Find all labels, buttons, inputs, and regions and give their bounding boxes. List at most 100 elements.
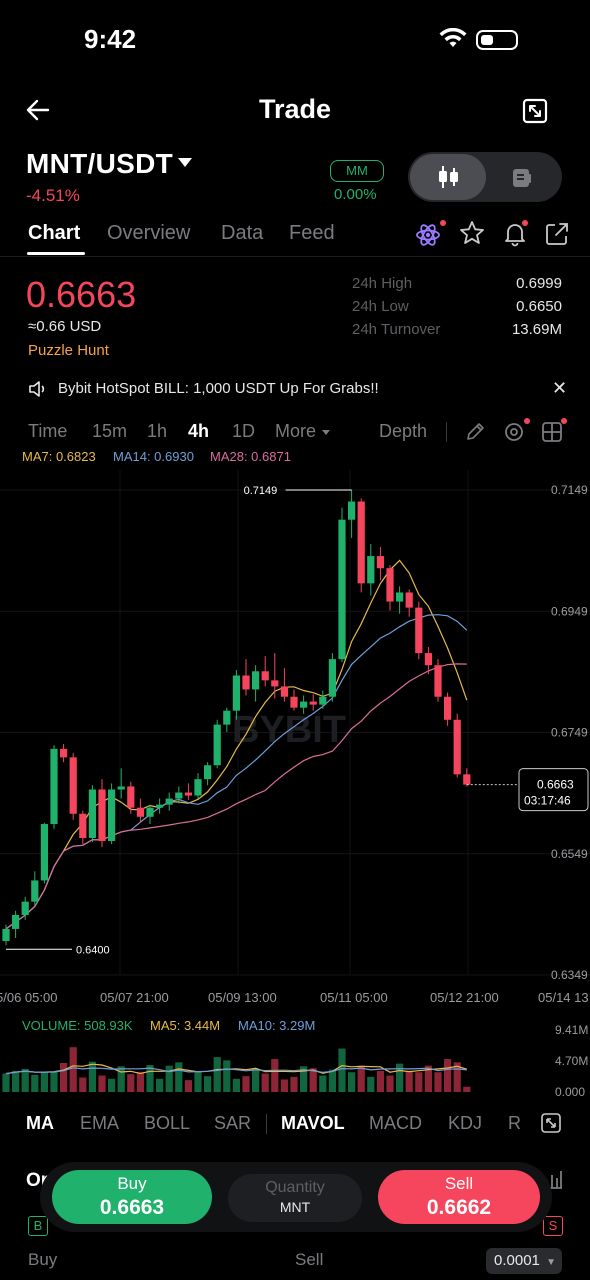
candle-body bbox=[21, 901, 29, 915]
tf-1h[interactable]: 1h bbox=[147, 421, 167, 442]
precision-select[interactable]: 0.0001 ▼ bbox=[486, 1248, 562, 1274]
buy-button-price: 0.6663 bbox=[99, 1196, 165, 1219]
buy-button[interactable]: Buy 0.6663 bbox=[52, 1170, 212, 1224]
max-price-label: 0.7149 bbox=[244, 485, 278, 497]
tf-4h[interactable]: 4h bbox=[188, 421, 209, 442]
pair-symbol[interactable]: MNT/USDT bbox=[26, 148, 173, 180]
candle-body bbox=[290, 696, 298, 708]
volume-bar bbox=[280, 1079, 288, 1092]
indicator-boll[interactable]: BOLL bbox=[144, 1113, 190, 1134]
x-axis-label: 05/11 05:00 bbox=[320, 990, 388, 1005]
status-time: 9:42 bbox=[84, 24, 137, 54]
candle-body bbox=[357, 501, 365, 584]
candle-body bbox=[328, 659, 336, 697]
volume-axis-label: 4.70M bbox=[555, 1054, 588, 1068]
orderbook-mode-icon[interactable] bbox=[510, 166, 534, 190]
x-axis-label: 05/07 21:00 bbox=[100, 990, 169, 1005]
volume-ma5-legend: MA5: 3.44M bbox=[150, 1018, 221, 1033]
share-icon[interactable] bbox=[543, 220, 571, 248]
volume-bar bbox=[60, 1063, 68, 1092]
close-icon[interactable]: ✕ bbox=[552, 378, 567, 399]
candle-body bbox=[79, 813, 87, 838]
volume-bar bbox=[319, 1075, 327, 1092]
volume-legend: VOLUME: 508.93K bbox=[22, 1018, 133, 1033]
tab-overview[interactable]: Overview bbox=[107, 222, 190, 245]
mm-badge[interactable]: MM bbox=[330, 160, 384, 182]
usd-price: ≈0.66 USD bbox=[28, 318, 102, 335]
indicator-ma[interactable]: MA bbox=[26, 1113, 54, 1134]
volume-bar bbox=[98, 1075, 106, 1092]
indicator-macd[interactable]: MACD bbox=[369, 1113, 422, 1134]
volume-bar bbox=[127, 1074, 135, 1092]
tf-15m[interactable]: 15m bbox=[92, 421, 127, 442]
candle-body bbox=[261, 671, 269, 681]
candle-body bbox=[405, 592, 413, 608]
volume-bar bbox=[309, 1068, 317, 1092]
layout-grid-icon[interactable] bbox=[540, 420, 564, 444]
indicator-settings-icon[interactable] bbox=[502, 420, 526, 444]
puzzle-hunt-link[interactable]: Puzzle Hunt bbox=[28, 342, 109, 359]
orderbook-sell-header: Sell bbox=[295, 1250, 324, 1269]
stat-24h-turnover-label: 24h Turnover bbox=[352, 321, 441, 338]
candle-body bbox=[309, 701, 317, 705]
candle-mode-active[interactable] bbox=[410, 154, 486, 200]
indicator-ema[interactable]: EMA bbox=[80, 1113, 119, 1134]
indicator-kdj[interactable]: KDJ bbox=[448, 1113, 482, 1134]
volume-bar bbox=[184, 1080, 192, 1092]
price-chart[interactable]: 0.71490.69490.67490.65490.6349BYBIT0.714… bbox=[0, 470, 590, 1100]
layout-notification-dot bbox=[561, 418, 567, 424]
y-axis-label: 0.6749 bbox=[551, 726, 588, 740]
announcement-text[interactable]: Bybit HotSpot BILL: 1,000 USDT Up For Gr… bbox=[58, 380, 379, 397]
candle-body bbox=[463, 774, 471, 785]
sell-button[interactable]: Sell 0.6662 bbox=[378, 1170, 540, 1224]
stat-24h-low-label: 24h Low bbox=[352, 298, 409, 315]
candle-body bbox=[50, 748, 58, 825]
volume-bar bbox=[290, 1076, 298, 1092]
quantity-field[interactable]: Quantity MNT bbox=[228, 1174, 362, 1222]
y-axis-label: 0.7149 bbox=[551, 483, 588, 497]
stat-24h-high-value: 0.6999 bbox=[516, 275, 562, 292]
tf-1d[interactable]: 1D bbox=[232, 421, 255, 442]
stat-24h-low-value: 0.6650 bbox=[516, 298, 562, 315]
fullscreen-icon[interactable] bbox=[522, 98, 548, 124]
tab-chart[interactable]: Chart bbox=[28, 222, 80, 245]
tf-more[interactable]: More bbox=[275, 421, 316, 442]
indicator-sar[interactable]: SAR bbox=[214, 1113, 251, 1134]
volume-bar bbox=[444, 1059, 452, 1092]
volume-bar bbox=[271, 1059, 279, 1092]
stat-24h-high-label: 24h High bbox=[352, 275, 413, 292]
candle-body bbox=[444, 696, 452, 720]
candle-body bbox=[396, 592, 404, 602]
candle-body bbox=[415, 607, 423, 654]
star-icon[interactable] bbox=[458, 219, 486, 247]
tab-feed[interactable]: Feed bbox=[289, 222, 335, 245]
page-title: Trade bbox=[258, 94, 332, 124]
chart-mode-toggle[interactable] bbox=[408, 152, 562, 202]
tf-time[interactable]: Time bbox=[28, 421, 67, 442]
x-axis-label: 5/06 05:00 bbox=[0, 990, 57, 1005]
sell-button-price: 0.6662 bbox=[426, 1196, 492, 1219]
pair-dropdown-caret-icon[interactable] bbox=[178, 158, 192, 167]
indicator-expand-icon[interactable] bbox=[540, 1112, 562, 1134]
indicator-notification-dot bbox=[524, 418, 530, 424]
atom-icon[interactable] bbox=[415, 220, 443, 248]
current-price-text: 0.6663 bbox=[537, 778, 574, 792]
indicator-more[interactable]: R bbox=[508, 1113, 521, 1134]
tf-depth[interactable]: Depth bbox=[379, 421, 427, 442]
volume-bar bbox=[156, 1078, 164, 1092]
precision-value: 0.0001 bbox=[494, 1252, 540, 1269]
tab-data[interactable]: Data bbox=[221, 222, 263, 245]
volume-bar bbox=[194, 1072, 202, 1092]
pencil-icon[interactable] bbox=[464, 421, 486, 443]
last-price: 0.6663 bbox=[26, 274, 137, 315]
candle-body bbox=[232, 675, 240, 711]
x-axis-label: 05/09 13:00 bbox=[208, 990, 277, 1005]
countdown-text: 03:17:46 bbox=[524, 794, 571, 808]
indicator-mavol[interactable]: MAVOL bbox=[281, 1113, 345, 1134]
pair-change: -4.51% bbox=[26, 186, 80, 205]
more-caret-icon bbox=[322, 430, 330, 435]
candle-body bbox=[223, 710, 231, 725]
x-axis-label: 05/12 21:00 bbox=[430, 990, 499, 1005]
y-axis-label: 0.6949 bbox=[551, 604, 588, 618]
orderbook-buy-header: Buy bbox=[28, 1250, 58, 1269]
